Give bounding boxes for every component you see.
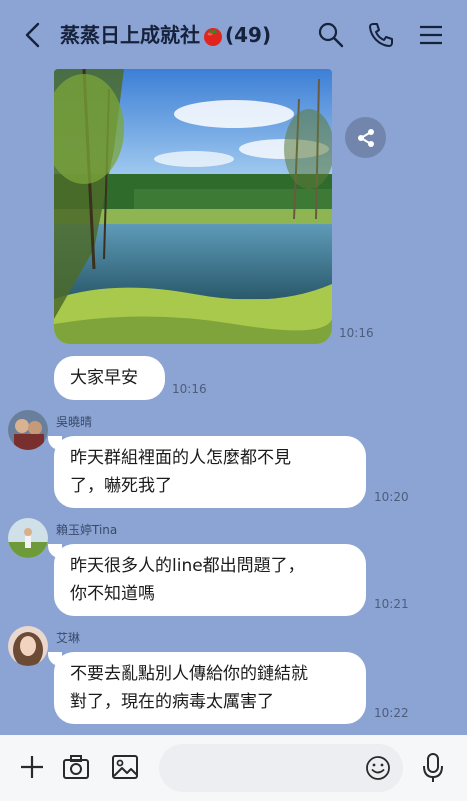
avatar-photo [8,518,48,558]
message-bubble[interactable]: 不要去亂點別人傳給你的鏈結就 對了，現在的病毒太厲害了 [48,652,366,724]
message-time: 10:20 [374,490,409,504]
avatar[interactable] [8,518,48,558]
message-line: 昨天群組裡面的人怎麼都不見 [70,448,291,468]
avatar-photo [8,626,48,666]
camera-icon[interactable] [61,752,91,782]
message-bubble[interactable]: 昨天群組裡面的人怎麼都不見 了，嚇死我了 [48,436,366,508]
image-icon[interactable] [110,752,140,782]
sender-name: 吳曉晴 [56,415,93,429]
sender-name: 賴玉婷Tina [56,523,118,537]
message-bubble[interactable]: 昨天很多人的line都出問題了， 你不知道嗎 [48,544,366,616]
share-button[interactable] [345,117,386,158]
group-name: 蒸蒸日上成就社 [60,23,200,47]
avatar-photo [8,410,48,450]
message-bubble[interactable]: 大家早安 [54,356,165,400]
message-time: 10:22 [374,706,409,720]
search-icon[interactable] [316,20,346,50]
member-count: (49) [225,23,272,47]
emoji-icon[interactable] [364,754,392,782]
phone-icon[interactable] [366,20,396,50]
menu-icon[interactable] [416,20,446,50]
chat-title[interactable]: 蒸蒸日上成就社 (49) [60,20,271,50]
message-line: 對了，現在的病毒太厲害了 [70,692,274,712]
message-line: 了，嚇死我了 [70,476,172,496]
input-bar [0,735,467,801]
lake-photo [54,69,332,344]
message-line: 你不知道嗎 [70,584,155,604]
back-arrow-icon[interactable] [20,20,46,50]
message-line: 不要去亂點別人傳給你的鏈結就 [70,664,308,684]
tomato-icon [204,28,222,46]
avatar[interactable] [8,626,48,666]
image-message[interactable] [54,69,332,344]
message-time: 10:16 [172,382,207,396]
plus-icon[interactable] [17,752,47,782]
share-icon [357,128,374,147]
microphone-icon[interactable] [419,752,447,784]
message-time: 10:21 [374,597,409,611]
chat-header: 蒸蒸日上成就社 (49) [0,0,467,70]
sender-name: 艾琳 [56,631,81,645]
avatar[interactable] [8,410,48,450]
message-line: 昨天很多人的line都出問題了， [70,556,305,576]
message-text: 大家早安 [70,368,138,388]
message-time: 10:16 [339,326,374,340]
